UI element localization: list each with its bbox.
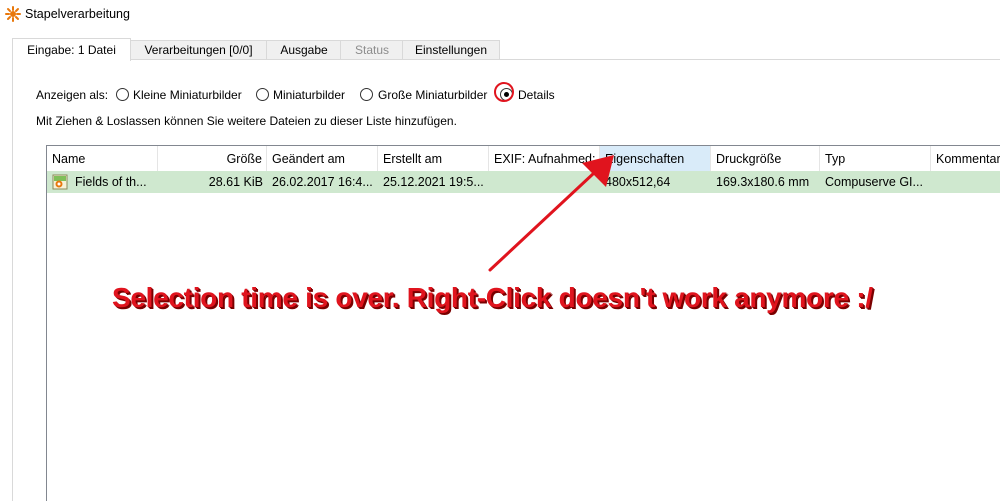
column-header-erstellt[interactable]: Erstellt am: [378, 146, 489, 171]
radio-kleine-miniaturbilder[interactable]: [116, 88, 129, 101]
list-header: Name Größe Geändert am Erstellt am EXIF:…: [47, 146, 1000, 171]
cell-exif: [489, 171, 600, 193]
column-header-exif[interactable]: EXIF: Aufnahmed:: [489, 146, 600, 171]
cell-groesse: 28.61 KiB: [208, 175, 263, 189]
cell-name: Fields of th...: [75, 175, 147, 189]
tab-strip: Eingabe: 1 Datei Verarbeitungen [0/0] Au…: [0, 30, 1000, 61]
cell-druckgroesse: 169.3x180.6 mm: [716, 175, 810, 189]
column-header-groesse[interactable]: Größe: [158, 146, 267, 171]
annotation-circle: [494, 82, 514, 102]
title-bar: Stapelverarbeitung: [0, 0, 1000, 30]
tab-eingabe[interactable]: Eingabe: 1 Datei: [12, 38, 131, 61]
radio-label-kleine-miniaturbilder[interactable]: Kleine Miniaturbilder: [133, 88, 242, 102]
view-mode-label: Anzeigen als:: [36, 88, 109, 102]
cell-erstellt: 25.12.2021 19:5...: [383, 175, 484, 189]
table-row[interactable]: Fields of th... 28.61 KiB 26.02.2017 16:…: [47, 171, 1000, 193]
tab-ausgabe[interactable]: Ausgabe: [266, 40, 342, 60]
annotation-text: Selection time is over. Right-Click does…: [112, 282, 873, 313]
cell-geaendert: 26.02.2017 16:4...: [272, 175, 373, 189]
gif-file-icon: [52, 174, 68, 190]
window-title: Stapelverarbeitung: [25, 7, 130, 21]
tab-einstellungen[interactable]: Einstellungen: [402, 40, 500, 60]
column-header-eigenschaften[interactable]: Eigenschaften: [600, 146, 711, 171]
column-header-druckgroesse[interactable]: Druckgröße: [711, 146, 820, 171]
app-icon: [5, 6, 21, 22]
tab-status[interactable]: Status: [340, 40, 404, 60]
column-header-name[interactable]: Name: [47, 146, 158, 171]
radio-grosse-miniaturbilder[interactable]: [360, 88, 373, 101]
radio-label-miniaturbilder[interactable]: Miniaturbilder: [273, 88, 345, 102]
cell-eigenschaften: 480x512,64: [605, 175, 671, 189]
drag-drop-hint: Mit Ziehen & Loslassen können Sie weiter…: [36, 114, 457, 128]
column-header-kommentar[interactable]: Kommentar: [931, 146, 1000, 171]
radio-miniaturbilder[interactable]: [256, 88, 269, 101]
file-list[interactable]: Name Größe Geändert am Erstellt am EXIF:…: [46, 145, 1000, 501]
cell-typ: Compuserve GI...: [825, 175, 923, 189]
radio-label-details[interactable]: Details: [518, 88, 555, 102]
column-header-geaendert[interactable]: Geändert am: [267, 146, 378, 171]
tab-verarbeitungen[interactable]: Verarbeitungen [0/0]: [129, 40, 268, 60]
cell-kommentar: [931, 171, 1000, 193]
column-header-typ[interactable]: Typ: [820, 146, 931, 171]
radio-label-grosse-miniaturbilder[interactable]: Große Miniaturbilder: [378, 88, 487, 102]
